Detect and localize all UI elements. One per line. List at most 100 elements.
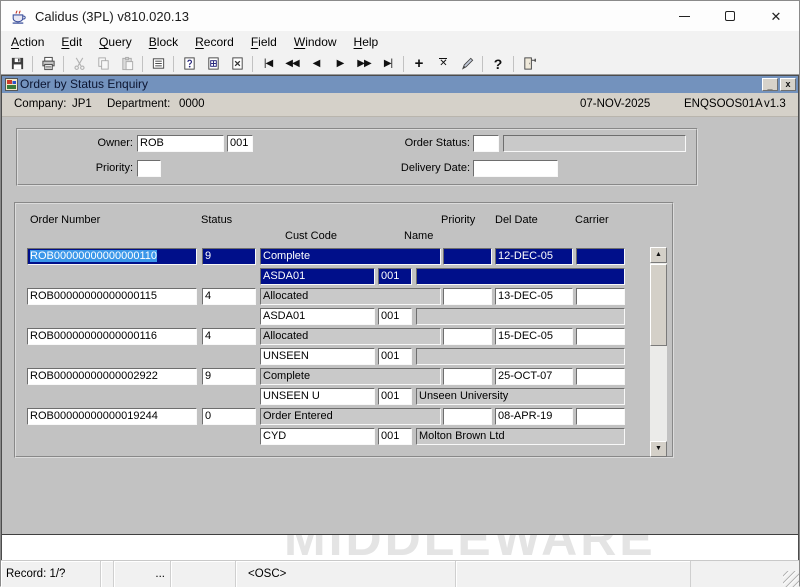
cust-seq-field[interactable]: 001	[378, 348, 412, 365]
delivery-date-field[interactable]	[473, 160, 558, 177]
order-number-field[interactable]: ROB00000000000000110	[27, 248, 197, 265]
info-bar: Company: JP1 Department: 0000 07-NOV-202…	[2, 93, 798, 117]
execute-query-button[interactable]	[201, 54, 225, 74]
lock-record-icon	[460, 56, 475, 71]
resize-grip[interactable]	[783, 571, 799, 587]
carrier-field[interactable]	[576, 328, 625, 345]
next-block-icon: ▶▶	[357, 59, 370, 69]
priority-field[interactable]	[443, 288, 492, 305]
cust-name-field	[416, 348, 625, 365]
del-date-field[interactable]: 12-DEC-05	[495, 248, 573, 265]
del-date-field[interactable]: 13-DEC-05	[495, 288, 573, 305]
priority-field[interactable]	[443, 248, 492, 265]
form-minimize-button[interactable]: _	[762, 78, 778, 91]
results-group-box: Order Number Status Priority Del Date Ca…	[14, 202, 674, 458]
scroll-up-icon: ▲	[655, 251, 662, 258]
order-number-field[interactable]: ROB00000000000019244	[27, 408, 197, 425]
menu-help[interactable]: Help	[350, 33, 383, 51]
cust-code-field[interactable]: CYD	[260, 428, 375, 445]
next-record-button[interactable]: ▶	[328, 54, 352, 74]
previous-record-button[interactable]: ◀	[304, 54, 328, 74]
help-button[interactable]: ?	[486, 54, 510, 74]
current-date: 07-NOV-2025	[580, 98, 650, 110]
print-icon	[41, 56, 56, 71]
exit-button[interactable]	[517, 54, 541, 74]
menu-action[interactable]: Action	[7, 33, 48, 51]
cust-seq-field[interactable]: 001	[378, 268, 412, 285]
status-field[interactable]: 4	[202, 288, 256, 305]
cust-seq-field[interactable]: 001	[378, 308, 412, 325]
maximize-button[interactable]	[707, 1, 753, 31]
records-scrollbar[interactable]: ▲ ▼	[650, 247, 667, 457]
order-number-field[interactable]: ROB00000000000000115	[27, 288, 197, 305]
scroll-down-button[interactable]: ▼	[650, 441, 667, 457]
enter-query-button[interactable]	[177, 54, 201, 74]
save-icon	[10, 56, 25, 71]
priority-field[interactable]	[443, 328, 492, 345]
record-indicator: Record: 1/?	[1, 561, 101, 587]
cust-code-field[interactable]: ASDA01	[260, 308, 375, 325]
previous-block-button[interactable]: ◀◀	[280, 54, 304, 74]
menu-block[interactable]: Block	[145, 33, 182, 51]
save-button[interactable]	[5, 54, 29, 74]
insert-record-button[interactable]: +	[407, 54, 431, 74]
form-titlebar: Order by Status Enquiry _ x	[2, 76, 798, 93]
print-button[interactable]	[36, 54, 60, 74]
owner-field[interactable]: ROB	[137, 135, 224, 152]
close-icon: ✕	[771, 10, 782, 23]
cust-seq-field[interactable]: 001	[378, 428, 412, 445]
lock-record-button[interactable]	[455, 54, 479, 74]
cancel-query-button[interactable]	[225, 54, 249, 74]
form-close-icon: x	[785, 80, 790, 89]
carrier-field[interactable]	[576, 248, 625, 265]
close-button[interactable]: ✕	[753, 1, 799, 31]
cust-code-field[interactable]: UNSEEN	[260, 348, 375, 365]
copy-button[interactable]	[91, 54, 115, 74]
status-field[interactable]: 9	[202, 248, 256, 265]
form-close-button[interactable]: x	[780, 78, 796, 91]
cust-code-field[interactable]: UNSEEN U	[260, 388, 375, 405]
menu-query[interactable]: Query	[95, 33, 136, 51]
menu-window[interactable]: Window	[290, 33, 341, 51]
owner-seq-field[interactable]: 001	[227, 135, 253, 152]
priority-field[interactable]	[137, 160, 161, 177]
status-desc-field: Complete	[260, 248, 441, 265]
help-icon: ?	[494, 57, 503, 71]
menu-record[interactable]: Record	[191, 33, 238, 51]
del-date-field[interactable]: 08-APR-19	[495, 408, 573, 425]
delete-record-button[interactable]: ✕	[431, 54, 455, 74]
priority-field[interactable]	[443, 368, 492, 385]
next-block-button[interactable]: ▶▶	[352, 54, 376, 74]
first-record-button[interactable]: |◀	[256, 54, 280, 74]
cust-code-field[interactable]: ASDA01	[260, 268, 375, 285]
del-date-field[interactable]: 25-OCT-07	[495, 368, 573, 385]
carrier-field[interactable]	[576, 368, 625, 385]
owner-label: Owner:	[38, 135, 133, 152]
status-field[interactable]: 4	[202, 328, 256, 345]
status-field[interactable]: 0	[202, 408, 256, 425]
paste-button[interactable]	[115, 54, 139, 74]
order-number-field[interactable]: ROB00000000000000116	[27, 328, 197, 345]
clear-block-button[interactable]	[146, 54, 170, 74]
first-record-icon: |◀	[264, 59, 272, 69]
form-minimize-icon: _	[767, 82, 772, 91]
cust-name-field	[416, 308, 625, 325]
order-status-field[interactable]	[473, 135, 499, 152]
priority-field[interactable]	[443, 408, 492, 425]
order-number-field[interactable]: ROB00000000000002922	[27, 368, 197, 385]
status-field[interactable]: 9	[202, 368, 256, 385]
scrollbar-thumb[interactable]	[650, 264, 667, 346]
cut-button[interactable]	[67, 54, 91, 74]
del-date-field[interactable]: 15-DEC-05	[495, 328, 573, 345]
carrier-field[interactable]	[576, 288, 625, 305]
minimize-button[interactable]	[661, 1, 707, 31]
scroll-up-button[interactable]: ▲	[650, 247, 667, 263]
last-record-button[interactable]: ▶|	[376, 54, 400, 74]
menu-field[interactable]: Field	[247, 33, 281, 51]
carrier-field[interactable]	[576, 408, 625, 425]
status-cell-ellipsis: ...	[114, 561, 171, 587]
cust-seq-field[interactable]: 001	[378, 388, 412, 405]
maximize-icon	[725, 11, 735, 21]
form-icon	[5, 78, 18, 91]
menu-edit[interactable]: Edit	[57, 33, 86, 51]
